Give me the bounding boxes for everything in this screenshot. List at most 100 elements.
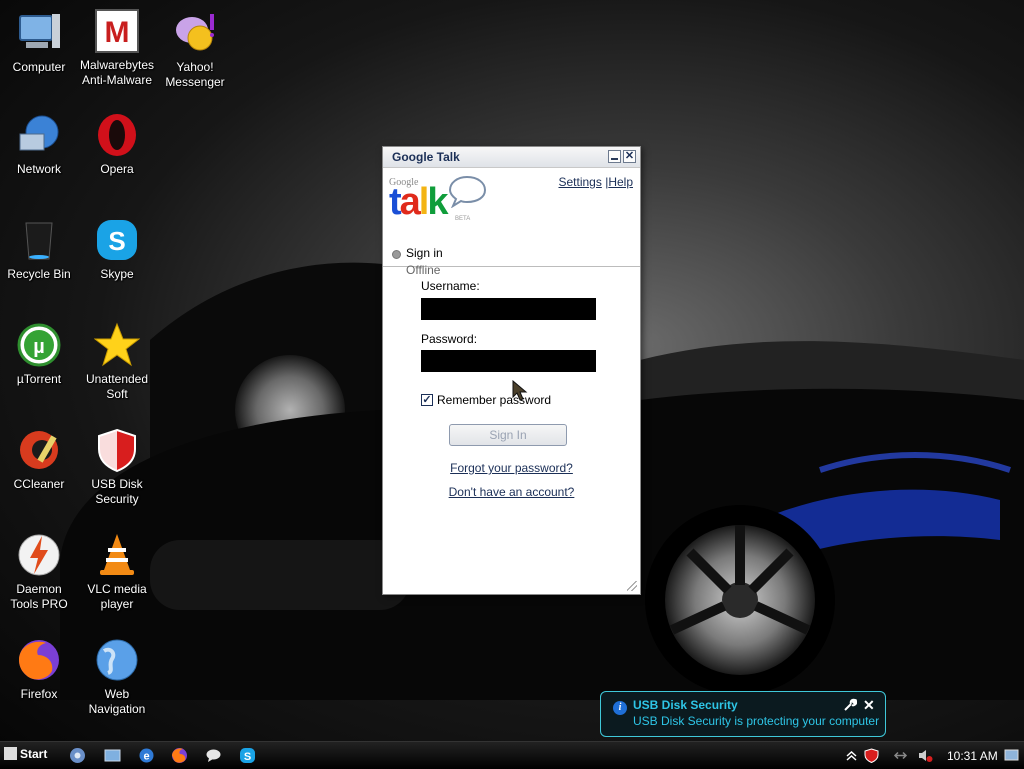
desktop-icon-label: Security — [95, 492, 139, 506]
svg-text:e: e — [143, 751, 149, 763]
forgot-password-link[interactable]: Forgot your password? — [382, 461, 641, 475]
help-link[interactable]: Help — [608, 175, 633, 189]
password-label: Password: — [421, 332, 478, 346]
desktop-icon-unattended-soft[interactable]: Unattended Soft — [78, 322, 156, 402]
desktop-icon-vlc[interactable]: VLC media player — [78, 532, 156, 612]
resize-grip[interactable] — [627, 581, 637, 591]
desktop-icon-utorrent[interactable]: µ µTorrent — [0, 322, 78, 387]
malwarebytes-icon: M — [95, 9, 139, 53]
password-field[interactable] — [421, 350, 596, 372]
balloon-close-button[interactable]: ✕ — [863, 697, 875, 714]
show-desktop-icon[interactable] — [1004, 748, 1019, 763]
start-button[interactable]: Start — [4, 747, 47, 765]
yahoo-messenger-icon — [176, 14, 214, 51]
quicklaunch-media-icon[interactable] — [69, 747, 86, 764]
desktop-icon-label: VLC media — [87, 582, 147, 596]
utorrent-icon: µ — [17, 323, 61, 367]
status-label[interactable]: Sign in — [406, 246, 443, 260]
google-talk-window[interactable]: Google Talk ✕ Google talk BETA Settings … — [382, 146, 641, 595]
create-account-link[interactable]: Don't have an account? — [382, 485, 641, 499]
notification-balloon[interactable]: i USB Disk Security USB Disk Security is… — [600, 691, 886, 737]
desktop-icon-label: player — [100, 597, 134, 611]
opera-icon — [98, 114, 136, 156]
google-talk-logo: Google talk BETA — [389, 174, 489, 224]
recycle-bin-icon — [25, 222, 53, 260]
desktop-icon-label: Messenger — [165, 75, 225, 89]
desktop-icon-daemon-tools[interactable]: Daemon Tools PRO — [0, 532, 78, 612]
svg-text:S: S — [108, 226, 125, 256]
desktop-icon-label: Skype — [100, 267, 134, 281]
desktop-icon-firefox[interactable]: Firefox — [0, 637, 78, 702]
desktop-icon-label: Unattended — [85, 372, 149, 386]
logo-beta-text: BETA — [455, 216, 471, 222]
window-title: Google Talk — [392, 150, 460, 164]
wrench-icon[interactable] — [843, 698, 857, 712]
quicklaunch-ie-icon[interactable]: e — [138, 747, 155, 764]
desktop-icon-network[interactable]: Network — [0, 112, 78, 177]
quicklaunch-skype-icon[interactable]: S — [239, 747, 256, 764]
desktop-icon-label: Network — [16, 162, 61, 176]
desktop-icon-label: Opera — [100, 162, 134, 176]
remember-password-checkbox[interactable]: ✓ — [421, 394, 433, 406]
start-label: Start — [20, 747, 48, 761]
desktop-icon-usb-disk-security[interactable]: USB Disk Security — [78, 427, 156, 507]
desktop-icon-label: Malwarebytes — [79, 58, 155, 72]
usb-disk-security-tray-icon[interactable] — [864, 748, 879, 763]
desktop-icon-label: Yahoo! — [176, 60, 214, 74]
mouse-cursor-icon — [512, 380, 528, 401]
desktop-icon-yahoo-messenger[interactable]: Yahoo! Messenger — [156, 10, 234, 90]
desktop-icon-label: Web — [104, 687, 130, 701]
ccleaner-icon — [20, 431, 58, 469]
username-field[interactable] — [421, 298, 596, 320]
firefox-icon — [19, 640, 59, 680]
desktop-icon-label: CCleaner — [13, 477, 65, 491]
skype-icon: S — [97, 220, 137, 260]
svg-text:M: M — [105, 16, 130, 49]
quicklaunch-firefox-icon[interactable] — [171, 747, 188, 764]
svg-text:µ: µ — [33, 336, 45, 358]
network-status-icon[interactable] — [893, 748, 908, 763]
quicklaunch-chat-icon[interactable] — [205, 747, 222, 764]
desktop-icon-recycle-bin[interactable]: Recycle Bin — [0, 217, 78, 282]
taskbar-clock[interactable]: 10:31 AM — [947, 749, 998, 763]
balloon-text: USB Disk Security is protecting your com… — [633, 714, 880, 728]
status-dot-icon — [392, 250, 401, 259]
desktop-icon-label: Firefox — [20, 687, 58, 701]
title-bar[interactable]: Google Talk ✕ — [383, 147, 640, 168]
quicklaunch-desktop-icon[interactable] — [104, 747, 121, 764]
sign-in-button[interactable]: Sign In — [449, 424, 567, 446]
username-label: Username: — [421, 279, 480, 293]
desktop-icon-computer[interactable]: Computer — [0, 10, 78, 75]
desktop-icon-label: Navigation — [88, 702, 146, 716]
desktop-icon-malwarebytes[interactable]: M Malwarebytes Anti-Malware — [78, 8, 156, 88]
computer-icon — [19, 14, 60, 48]
desktop-icon-label: Daemon — [16, 582, 62, 596]
gtalk-header: Google talk BETA Settings |Help Sign in … — [383, 168, 640, 277]
vlc-cone-icon — [100, 534, 134, 575]
desktop-icon-label: Anti-Malware — [81, 73, 153, 87]
desktop-icon-web-navigation[interactable]: Web Navigation — [78, 637, 156, 717]
remember-password-label[interactable]: Remember password — [437, 393, 551, 407]
settings-link[interactable]: Settings — [558, 175, 601, 189]
taskbar: Start e S 10:31 AM — [0, 741, 1024, 769]
desktop-icon-ccleaner[interactable]: CCleaner — [0, 427, 78, 492]
daemon-tools-icon — [18, 534, 60, 576]
info-icon: i — [613, 701, 627, 715]
status-value: Offline — [406, 263, 441, 277]
windows-logo-icon — [4, 747, 17, 760]
desktop-icon-label: Recycle Bin — [7, 267, 71, 281]
shield-icon — [98, 428, 136, 473]
close-button[interactable]: ✕ — [623, 150, 636, 163]
desktop-icon-label: USB Disk — [91, 477, 143, 491]
desktop-icon-opera[interactable]: Opera — [78, 112, 156, 177]
desktop-icon-skype[interactable]: S Skype — [78, 217, 156, 282]
show-hidden-icons-chevron-icon[interactable] — [844, 748, 859, 763]
star-icon — [94, 322, 140, 367]
desktop-icon-label: µTorrent — [16, 372, 62, 386]
globe-icon — [96, 639, 138, 681]
minimize-button[interactable] — [608, 150, 621, 163]
speech-bubble-icon — [448, 175, 487, 208]
network-icon — [19, 115, 59, 151]
svg-text:S: S — [244, 751, 251, 763]
volume-muted-icon[interactable] — [918, 748, 933, 763]
